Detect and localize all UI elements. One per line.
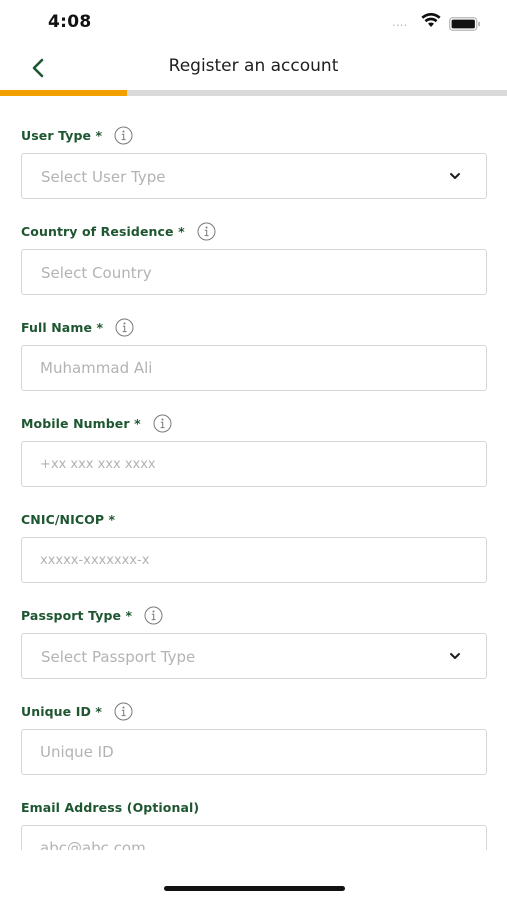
unique-id-input-box xyxy=(21,729,487,775)
email-input[interactable] xyxy=(22,826,486,850)
cnic-input[interactable] xyxy=(22,538,486,582)
country-select[interactable]: Select Country xyxy=(21,249,487,295)
passport-type-select[interactable]: Select Passport Type xyxy=(21,633,487,679)
chevron-down-icon xyxy=(450,173,460,179)
info-icon[interactable] xyxy=(114,126,133,145)
chevron-down-icon xyxy=(450,653,460,659)
info-icon[interactable] xyxy=(197,222,216,241)
email-input-box xyxy=(21,825,487,850)
mobile-number-label: Mobile Number * xyxy=(21,415,141,431)
email-field: Email Address (Optional) xyxy=(21,796,487,850)
status-time: 4:08 xyxy=(48,12,92,32)
unique-id-field: Unique ID * xyxy=(21,700,487,775)
mobile-number-input[interactable] xyxy=(22,442,486,486)
battery-icon xyxy=(449,16,481,35)
full-name-input-box xyxy=(21,345,487,391)
info-icon[interactable] xyxy=(115,318,134,337)
passport-type-placeholder: Select Passport Type xyxy=(41,648,196,666)
unique-id-label: Unique ID * xyxy=(21,703,103,719)
full-name-label: Full Name * xyxy=(21,319,104,335)
cnic-input-box xyxy=(21,537,487,583)
home-indicator[interactable] xyxy=(164,886,345,891)
country-placeholder: Select Country xyxy=(41,264,152,282)
country-label: Country of Residence * xyxy=(21,223,185,239)
user-type-placeholder: Select User Type xyxy=(41,168,166,186)
page-title: Register an account xyxy=(168,56,339,76)
full-name-field: Full Name * xyxy=(21,316,487,391)
wifi-icon xyxy=(421,12,441,32)
registration-form: User Type * Select User Type Country of … xyxy=(0,96,507,850)
info-icon[interactable] xyxy=(153,414,172,433)
passport-type-label: Passport Type * xyxy=(21,607,133,623)
cellular-signal-icon: .... xyxy=(392,15,408,29)
info-icon[interactable] xyxy=(114,702,133,721)
user-type-select[interactable]: Select User Type xyxy=(21,153,487,199)
unique-id-input[interactable] xyxy=(22,730,486,774)
mobile-number-field: Mobile Number * xyxy=(21,412,487,487)
mobile-number-input-box xyxy=(21,441,487,487)
user-type-label: User Type * xyxy=(21,127,103,143)
info-icon[interactable] xyxy=(144,606,163,625)
status-bar: 4:08 .... xyxy=(0,0,507,46)
cnic-field: CNIC/NICOP * xyxy=(21,508,487,583)
nav-bar: Register an account xyxy=(0,46,507,90)
cnic-label: CNIC/NICOP * xyxy=(21,511,116,527)
user-type-field: User Type * Select User Type xyxy=(21,124,487,199)
passport-type-field: Passport Type * Select Passport Type xyxy=(21,604,487,679)
email-label: Email Address (Optional) xyxy=(21,799,200,815)
country-field: Country of Residence * Select Country xyxy=(21,220,487,295)
full-name-input[interactable] xyxy=(22,346,486,390)
